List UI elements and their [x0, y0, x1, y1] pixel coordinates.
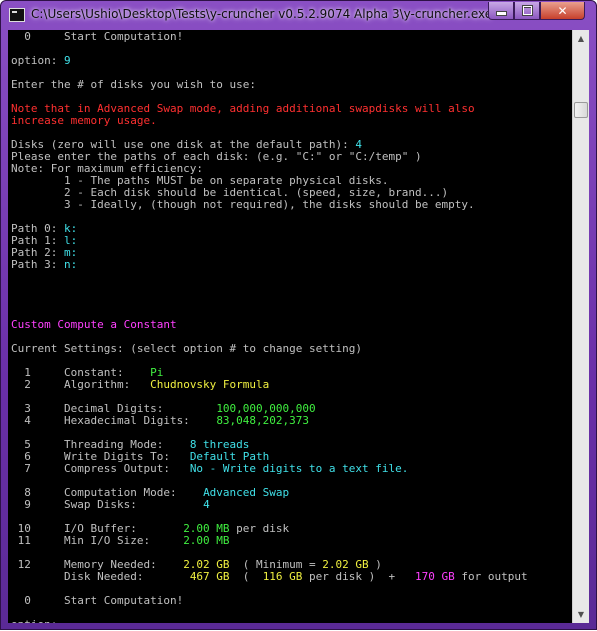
- console-line: Enter the # of disks you wish to use:: [11, 79, 528, 91]
- console-window: C:\Users\Ushio\Desktop\Tests\y-cruncher …: [0, 0, 597, 630]
- console-text-segment: Custom Compute a Constant: [11, 318, 177, 331]
- console-line: 7 Compress Output: No - Write digits to …: [11, 463, 528, 475]
- console-line: 4 Hexadecimal Digits: 83,048,202,373: [11, 415, 528, 427]
- scroll-up-button[interactable]: ▲: [573, 30, 589, 47]
- console-text-segment: n:: [63, 258, 78, 271]
- console-line: 0 Start Computation!: [11, 31, 528, 43]
- console-text-segment: option:: [11, 54, 64, 67]
- console-text-segment: 4 Hexadecimal Digits:: [11, 414, 217, 427]
- console-text-segment: (: [229, 570, 263, 583]
- console-text-segment: Advanced Swap: [203, 486, 290, 499]
- close-button[interactable]: ✕: [540, 2, 585, 20]
- console-line: 2 Algorithm: Chudnovsky Formula: [11, 379, 528, 391]
- chevron-up-icon: ▲: [577, 34, 585, 43]
- console-line: 9 Swap Disks: 4: [11, 499, 528, 511]
- maximize-icon: [521, 5, 533, 16]
- console-line: Current Settings: (select option # to ch…: [11, 343, 528, 355]
- maximize-button[interactable]: [514, 2, 540, 20]
- console-line: increase memory usage.: [11, 115, 528, 127]
- console-text-segment: 11 Min I/O Size:: [11, 534, 184, 547]
- console-text-segment: 3 - Ideally, (though not required), the …: [11, 198, 475, 211]
- scrollbar-thumb[interactable]: [574, 102, 588, 118]
- console-text-segment: 9: [63, 54, 71, 67]
- console-line: 0 Start Computation!: [11, 595, 528, 607]
- console-line: Custom Compute a Constant: [11, 319, 528, 331]
- console-line: Path 1: l:: [11, 235, 528, 247]
- title-bar[interactable]: C:\Users\Ushio\Desktop\Tests\y-cruncher …: [1, 1, 597, 30]
- console-icon[interactable]: [9, 8, 25, 22]
- console-output[interactable]: 0 Start Computation! option: 9 Enter the #…: [8, 30, 572, 623]
- console-text-segment: 4: [203, 498, 210, 511]
- console-text-segment: Path 3:: [11, 258, 64, 271]
- console-line: Disk Needed: 467 GB ( 116 GB per disk ) …: [11, 571, 528, 583]
- console-text: 0 Start Computation! option: 9 Enter the #…: [11, 31, 528, 624]
- console-text-segment: 7 Compress Output:: [11, 462, 190, 475]
- console-text-segment: per disk: [229, 522, 290, 535]
- console-text-segment: 2 Algorithm:: [11, 378, 151, 391]
- scroll-down-button[interactable]: ▼: [573, 606, 589, 623]
- console-line: Path 0: k:: [11, 223, 528, 235]
- console-text-segment: 116 GB: [262, 570, 303, 583]
- console-line: Path 3: n:: [11, 259, 528, 271]
- minimize-button[interactable]: [488, 2, 514, 20]
- console-text-segment: for output: [454, 570, 528, 583]
- close-icon: ✕: [557, 3, 568, 18]
- minimize-icon: [495, 11, 507, 16]
- console-text-segment: increase memory usage.: [11, 114, 157, 127]
- console-text-segment: No - Write digits to a text file.: [189, 462, 409, 475]
- console-text-segment: 2.00 MB: [183, 534, 230, 547]
- chevron-down-icon: ▼: [577, 610, 585, 619]
- console-line: option: 9: [11, 55, 528, 67]
- window-title: C:\Users\Ushio\Desktop\Tests\y-cruncher …: [31, 7, 493, 21]
- console-line: Path 2: m:: [11, 247, 528, 259]
- console-text-segment: 0 Start Computation!: [11, 30, 184, 43]
- console-line: 11 Min I/O Size: 2.00 MB: [11, 535, 528, 547]
- console-text-segment: Current Settings: (select option # to ch…: [11, 342, 362, 355]
- console-text-segment: per disk ) +: [302, 570, 416, 583]
- console-text-segment: 170 GB: [415, 570, 455, 583]
- console-text-segment: 83,048,202,373: [216, 414, 310, 427]
- console-text-segment: Enter the # of disks you wish to use:: [11, 78, 257, 91]
- console-text-segment: 9 Swap Disks:: [11, 498, 204, 511]
- console-text-segment: Chudnovsky Formula: [150, 378, 270, 391]
- console-line: 3 - Ideally, (though not required), the …: [11, 199, 528, 211]
- console-text-segment: 467 GB: [189, 570, 230, 583]
- console-text-segment: Disk Needed:: [11, 570, 190, 583]
- vertical-scrollbar[interactable]: ▲ ▼: [572, 30, 589, 623]
- console-text-segment: 0 Start Computation!: [11, 594, 184, 607]
